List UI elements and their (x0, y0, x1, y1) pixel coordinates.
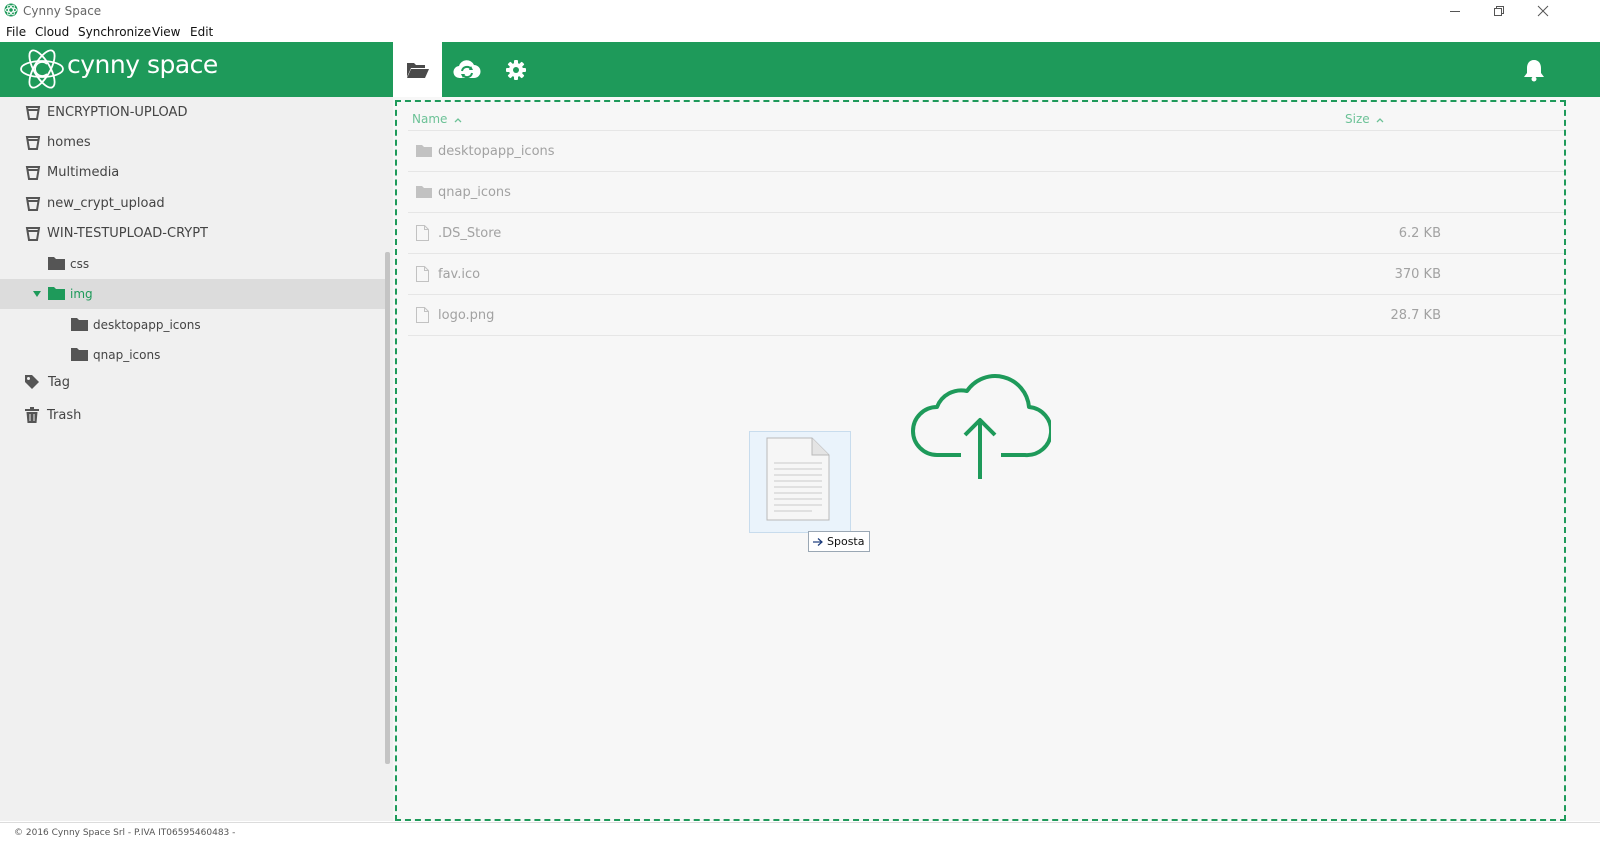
cloud-upload-icon (911, 374, 1051, 479)
restore-button[interactable] (1477, 0, 1521, 22)
file-browser: Name Size desktopapp_icons qnap_icons .D… (393, 97, 1600, 821)
file-name: .DS_Store (438, 226, 502, 241)
sidebar: ENCRYPTION-UPLOAD homes Multimedia new_c… (0, 97, 394, 821)
sidebar-item-label: desktopapp_icons (93, 318, 201, 332)
file-name: logo.png (438, 308, 495, 323)
arrow-right-icon (813, 537, 823, 546)
close-button[interactable] (1521, 0, 1565, 22)
tab-sync[interactable] (442, 42, 491, 97)
storage-bucket-icon (25, 227, 41, 241)
storage-bucket-icon (25, 197, 41, 211)
tab-files[interactable] (393, 42, 442, 97)
sidebar-item-label: css (70, 257, 90, 271)
sidebar-item-desktopapp-icons[interactable]: desktopapp_icons (0, 310, 386, 340)
window-title: Cynny Space (23, 4, 102, 18)
chevron-up-icon (454, 118, 462, 123)
minimize-icon (1450, 11, 1460, 12)
sidebar-item-qnap-icons[interactable]: qnap_icons (0, 340, 386, 370)
file-icon (416, 307, 429, 323)
table-row[interactable]: logo.png 28.7 KB (408, 295, 1564, 336)
folder-icon (71, 348, 88, 361)
document-icon (766, 437, 830, 521)
menu-bar: File Cloud Synchronize View Edit (0, 22, 1600, 43)
sidebar-item-encryption-upload[interactable]: ENCRYPTION-UPLOAD (0, 98, 386, 128)
sidebar-scrollbar[interactable] (385, 252, 390, 764)
folder-open-icon (406, 62, 429, 78)
app-logo-icon (4, 3, 18, 17)
drag-tooltip: Sposta (808, 531, 871, 552)
column-header-label: Name (412, 112, 448, 126)
folder-icon (416, 186, 432, 198)
sidebar-item-win-testupload-crypt[interactable]: WIN-TESTUPLOAD-CRYPT (0, 219, 386, 249)
file-size: 28.7 KB (1390, 308, 1441, 323)
sidebar-item-multimedia[interactable]: Multimedia (0, 158, 386, 188)
file-size: 370 KB (1394, 267, 1441, 282)
table-row[interactable]: fav.ico 370 KB (408, 254, 1564, 295)
gear-icon (505, 59, 526, 80)
sidebar-item-tag[interactable]: Tag (0, 368, 386, 398)
sidebar-item-label: new_crypt_upload (47, 196, 165, 211)
sidebar-item-homes[interactable]: homes (0, 128, 386, 158)
tag-icon (25, 375, 39, 389)
menu-file[interactable]: File (6, 25, 26, 39)
chevron-down-icon[interactable] (33, 291, 41, 297)
bell-icon (1524, 59, 1544, 81)
chevron-up-icon (1377, 118, 1384, 123)
restore-icon (1494, 6, 1504, 16)
column-header-name[interactable]: Name (412, 112, 462, 126)
folder-icon (416, 145, 432, 157)
sidebar-item-label: homes (47, 135, 91, 150)
sidebar-item-label: qnap_icons (93, 348, 161, 362)
sidebar-item-trash[interactable]: Trash (0, 401, 386, 431)
column-header-label: Size (1345, 112, 1370, 126)
menu-cloud[interactable]: Cloud (35, 25, 69, 39)
title-bar: Cynny Space (0, 0, 1600, 22)
notifications-button[interactable] (1514, 42, 1554, 97)
tab-settings[interactable] (491, 42, 540, 97)
sidebar-item-label: ENCRYPTION-UPLOAD (47, 105, 188, 120)
trash-icon (25, 407, 39, 423)
sidebar-item-new-crypt-upload[interactable]: new_crypt_upload (0, 189, 386, 219)
footer-copyright: © 2016 Cynny Space Srl - P.IVA IT0659546… (14, 828, 236, 838)
sidebar-item-label: WIN-TESTUPLOAD-CRYPT (47, 226, 208, 241)
menu-edit[interactable]: Edit (190, 25, 213, 39)
table-row[interactable]: .DS_Store 6.2 KB (408, 213, 1564, 254)
folder-icon (48, 287, 65, 300)
menu-synchronize[interactable]: Synchronize (78, 25, 151, 39)
storage-bucket-icon (25, 136, 41, 150)
drag-tooltip-label: Sposta (827, 535, 865, 548)
minimize-button[interactable] (1433, 0, 1477, 22)
folder-icon (71, 318, 88, 331)
folder-icon (48, 257, 65, 270)
table-row[interactable]: qnap_icons (408, 172, 1564, 213)
menu-view[interactable]: View (152, 25, 180, 39)
toolbar (393, 42, 1600, 97)
cynny-logo-icon (20, 49, 64, 89)
file-icon (416, 225, 429, 241)
drop-zone[interactable]: Name Size desktopapp_icons qnap_icons .D… (395, 100, 1566, 821)
footer: © 2016 Cynny Space Srl - P.IVA IT0659546… (0, 822, 1600, 863)
sidebar-item-label: img (70, 287, 93, 301)
file-name: fav.ico (438, 267, 481, 282)
file-name: desktopapp_icons (438, 144, 555, 159)
file-size: 6.2 KB (1398, 226, 1441, 241)
brand-header: cynny space (0, 42, 393, 97)
close-icon (1537, 5, 1549, 17)
sidebar-item-img[interactable]: img (0, 279, 386, 309)
sidebar-item-label: Tag (48, 375, 71, 390)
logo-text: cynny space (67, 50, 218, 79)
drag-preview (749, 431, 851, 533)
sidebar-item-css[interactable]: css (0, 249, 386, 279)
file-name: qnap_icons (438, 185, 511, 200)
file-icon (416, 266, 429, 282)
column-header-size[interactable]: Size (1345, 112, 1384, 126)
cloud-sync-icon (452, 59, 480, 78)
sidebar-item-label: Trash (47, 408, 82, 423)
sidebar-item-label: Multimedia (47, 165, 120, 180)
storage-bucket-icon (25, 166, 41, 180)
storage-bucket-icon (25, 106, 41, 120)
table-row[interactable]: desktopapp_icons (408, 131, 1564, 172)
